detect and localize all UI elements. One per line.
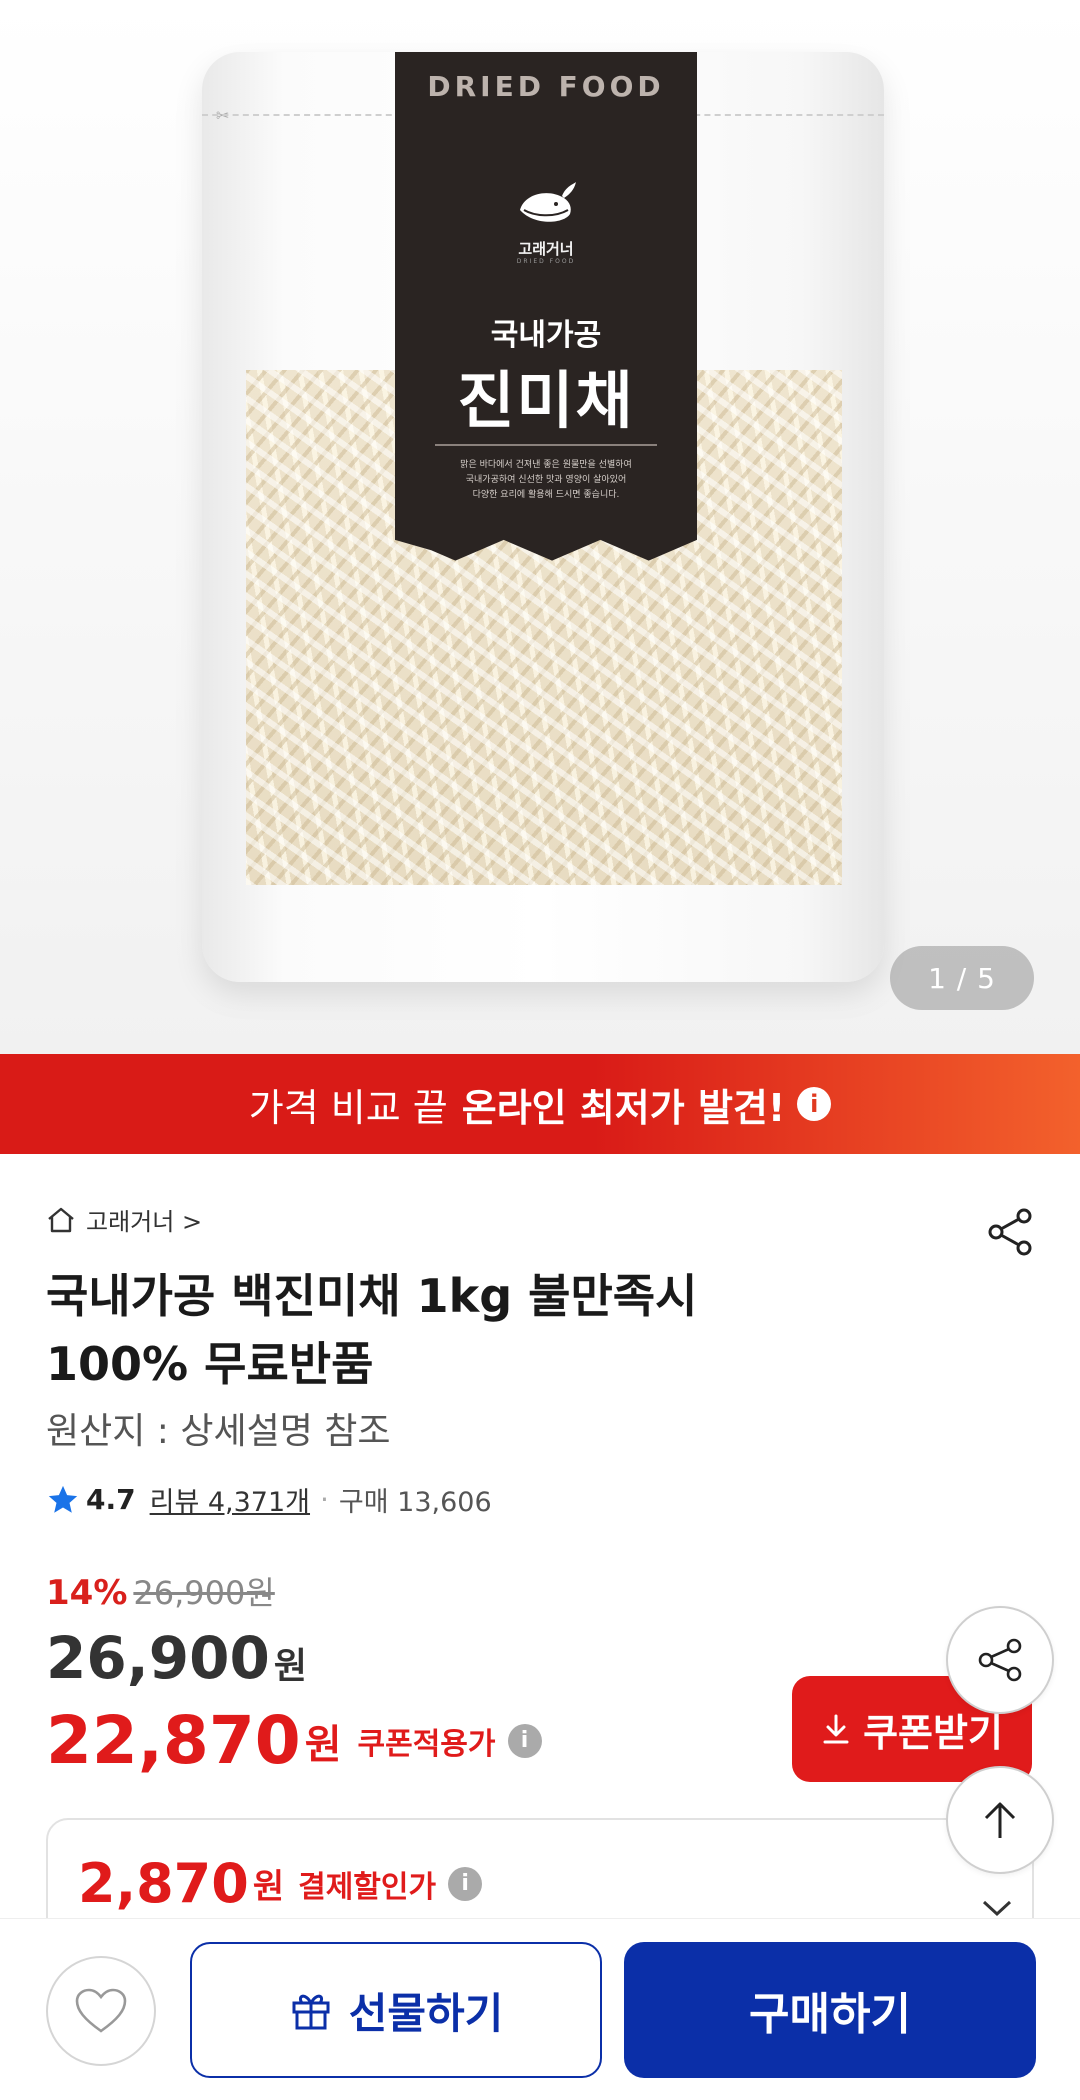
package-desc-line: 다양한 요리에 활용해 드시면 좋습니다.	[472, 490, 620, 500]
lowest-price-banner[interactable]: 가격 비교 끝 온라인 최저가 발견! i	[0, 1054, 1080, 1154]
info-icon[interactable]: i	[507, 1723, 542, 1758]
zip-line-left	[202, 114, 402, 118]
brand-link[interactable]: 고래거너 >	[86, 1202, 202, 1237]
coupon-price-row: 22,870 원 쿠폰적용가 i	[46, 1702, 542, 1779]
coupon-price-label: 쿠폰적용가	[357, 1726, 496, 1762]
gift-button[interactable]: 선물하기	[190, 1942, 602, 2078]
product-package-image: ✂ DRIED FOOD 고래거너 DRIED FOOD 국내가공 진미채 맑은…	[202, 52, 884, 982]
home-icon	[48, 1207, 74, 1232]
chevron-down-icon[interactable]	[980, 1896, 1014, 1920]
product-title: 국내가공 백진미채 1kg 불만족시 100% 무료반품	[46, 1269, 698, 1391]
package-subtitle: 국내가공	[490, 318, 602, 353]
share-icon	[978, 1638, 1022, 1682]
product-origin: 원산지 : 상세설명 참조	[46, 1411, 391, 1452]
coupon-price-unit: 원	[304, 1721, 342, 1768]
brand-breadcrumb[interactable]: 고래거너 >	[46, 1202, 202, 1237]
download-icon	[823, 1714, 849, 1744]
whale-logo-icon	[520, 182, 576, 222]
promo-bold-text: 온라인 최저가 발견!	[461, 1085, 786, 1130]
gift-icon	[292, 1994, 330, 2030]
package-desc-line: 국내가공하여 신선한 맛과 영양이 살아있어	[465, 475, 627, 485]
discount-percent: 14%	[46, 1573, 128, 1613]
image-counter: 1 / 5	[890, 946, 1034, 1010]
package-label-top-text: DRIED FOOD	[427, 70, 665, 103]
rating-score: 4.7	[86, 1483, 136, 1516]
separator-dot: ·	[320, 1483, 329, 1516]
package-title: 진미채	[457, 364, 635, 437]
zip-line-right	[684, 114, 884, 118]
sale-price-value: 26,900	[46, 1624, 270, 1692]
info-icon[interactable]: i	[448, 1866, 483, 1901]
package-desc-line: 맑은 바다에서 건져낸 좋은 원물만을 선별하여	[460, 460, 632, 470]
buy-button[interactable]: 구매하기	[624, 1942, 1036, 2078]
sale-price: 26,900 원	[46, 1624, 307, 1692]
promo-light-text: 가격 비교 끝	[248, 1085, 448, 1130]
rating-row: 4.7 리뷰 4,371개 · 구매 13,606	[46, 1480, 492, 1519]
star-icon	[48, 1485, 78, 1513]
original-price: 26,900원	[133, 1574, 275, 1612]
package-brand-name: 고래거너	[518, 240, 574, 258]
arrow-up-icon	[984, 1802, 1016, 1838]
review-count-link[interactable]: 리뷰 4,371개	[150, 1480, 310, 1519]
discount-row: 14% 26,900원	[46, 1568, 275, 1614]
gift-button-label: 선물하기	[348, 1988, 504, 2038]
scroll-to-top-button[interactable]	[946, 1766, 1054, 1874]
coupon-price-value: 22,870	[46, 1702, 301, 1779]
floating-share-button[interactable]	[946, 1606, 1054, 1714]
wishlist-button[interactable]	[46, 1956, 156, 2066]
heart-icon	[75, 1988, 127, 2033]
sale-price-unit: 원	[273, 1646, 307, 1687]
product-image-carousel[interactable]: ✂ DRIED FOOD 고래거너 DRIED FOOD 국내가공 진미채 맑은…	[0, 0, 1080, 1054]
payment-discount-label: 결제할인가	[298, 1869, 437, 1905]
payment-discount-unit: 원	[252, 1867, 285, 1907]
purchase-count: 구매 13,606	[338, 1487, 492, 1518]
info-icon[interactable]: i	[797, 1087, 832, 1121]
package-divider	[435, 444, 657, 446]
payment-discount-value: 2,870	[78, 1852, 249, 1915]
share-icon[interactable]	[984, 1206, 1036, 1258]
package-description: 맑은 바다에서 건져낸 좋은 원물만을 선별하여 국내가공하여 신선한 맛과 영…	[415, 458, 677, 503]
payment-discount-row: 2,870 원 결제할인가 i	[78, 1852, 483, 1915]
package-brand-sub: DRIED FOOD	[516, 258, 576, 265]
package-label: DRIED FOOD 고래거너 DRIED FOOD 국내가공 진미채 맑은 바…	[395, 52, 697, 561]
